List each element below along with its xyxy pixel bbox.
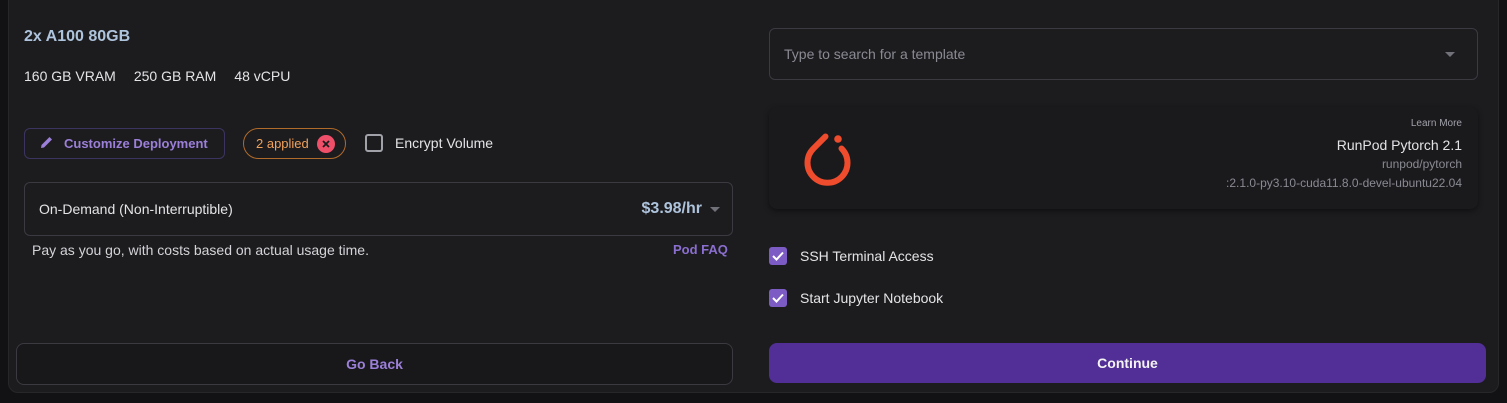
price-value: $3.98/hr bbox=[641, 200, 702, 217]
learn-more-link[interactable]: Learn More bbox=[1411, 118, 1462, 129]
customize-deployment-button[interactable]: Customize Deployment bbox=[24, 128, 225, 159]
template-card[interactable]: Learn More RunPod Pytorch 2.1 runpod/pyt… bbox=[769, 107, 1478, 209]
gpu-title: 2x A100 80GB bbox=[24, 28, 131, 45]
clear-applied-icon[interactable] bbox=[316, 134, 335, 153]
pricing-option: On-Demand (Non-Interruptible) bbox=[39, 201, 233, 217]
encrypt-volume-checkbox[interactable] bbox=[365, 134, 383, 152]
jupyter-notebook-checkbox[interactable] bbox=[769, 289, 787, 307]
template-search[interactable] bbox=[769, 28, 1478, 80]
applied-label: 2 applied bbox=[256, 136, 309, 151]
vcpu-spec: 48 vCPU bbox=[234, 68, 291, 84]
gpu-specs: 160 GB VRAM 250 GB RAM 48 vCPU bbox=[24, 68, 290, 84]
ssh-terminal-option[interactable]: SSH Terminal Access bbox=[769, 247, 934, 265]
template-tag: :2.1.0-py3.10-cuda11.8.0-devel-ubuntu22.… bbox=[1226, 176, 1462, 190]
customize-deployment-label: Customize Deployment bbox=[64, 136, 208, 151]
ssh-terminal-label: SSH Terminal Access bbox=[800, 248, 934, 264]
go-back-button[interactable]: Go Back bbox=[16, 343, 733, 385]
pod-faq-link[interactable]: Pod FAQ bbox=[673, 242, 728, 257]
chevron-down-icon bbox=[710, 206, 720, 212]
ram-spec: 250 GB RAM bbox=[133, 68, 217, 84]
pricing-description: Pay as you go, with costs based on actua… bbox=[32, 242, 369, 258]
applied-badge: 2 applied bbox=[243, 128, 346, 159]
continue-button[interactable]: Continue bbox=[769, 343, 1486, 383]
pencil-icon bbox=[40, 135, 54, 152]
template-image: runpod/pytorch bbox=[1381, 157, 1462, 171]
jupyter-notebook-label: Start Jupyter Notebook bbox=[800, 290, 944, 306]
encrypt-volume-label: Encrypt Volume bbox=[395, 135, 494, 151]
pytorch-logo-icon bbox=[801, 122, 861, 197]
template-search-input[interactable] bbox=[784, 46, 1384, 62]
ssh-terminal-checkbox[interactable] bbox=[769, 247, 787, 265]
encrypt-volume-toggle[interactable]: Encrypt Volume bbox=[365, 134, 493, 152]
price-display: $3.98/hr bbox=[642, 200, 720, 218]
pricing-select[interactable]: On-Demand (Non-Interruptible) $3.98/hr bbox=[24, 182, 733, 236]
template-name: RunPod Pytorch 2.1 bbox=[1336, 137, 1462, 153]
vram-spec: 160 GB VRAM bbox=[24, 68, 116, 84]
jupyter-notebook-option[interactable]: Start Jupyter Notebook bbox=[769, 289, 943, 307]
chevron-down-icon[interactable] bbox=[1445, 51, 1455, 57]
